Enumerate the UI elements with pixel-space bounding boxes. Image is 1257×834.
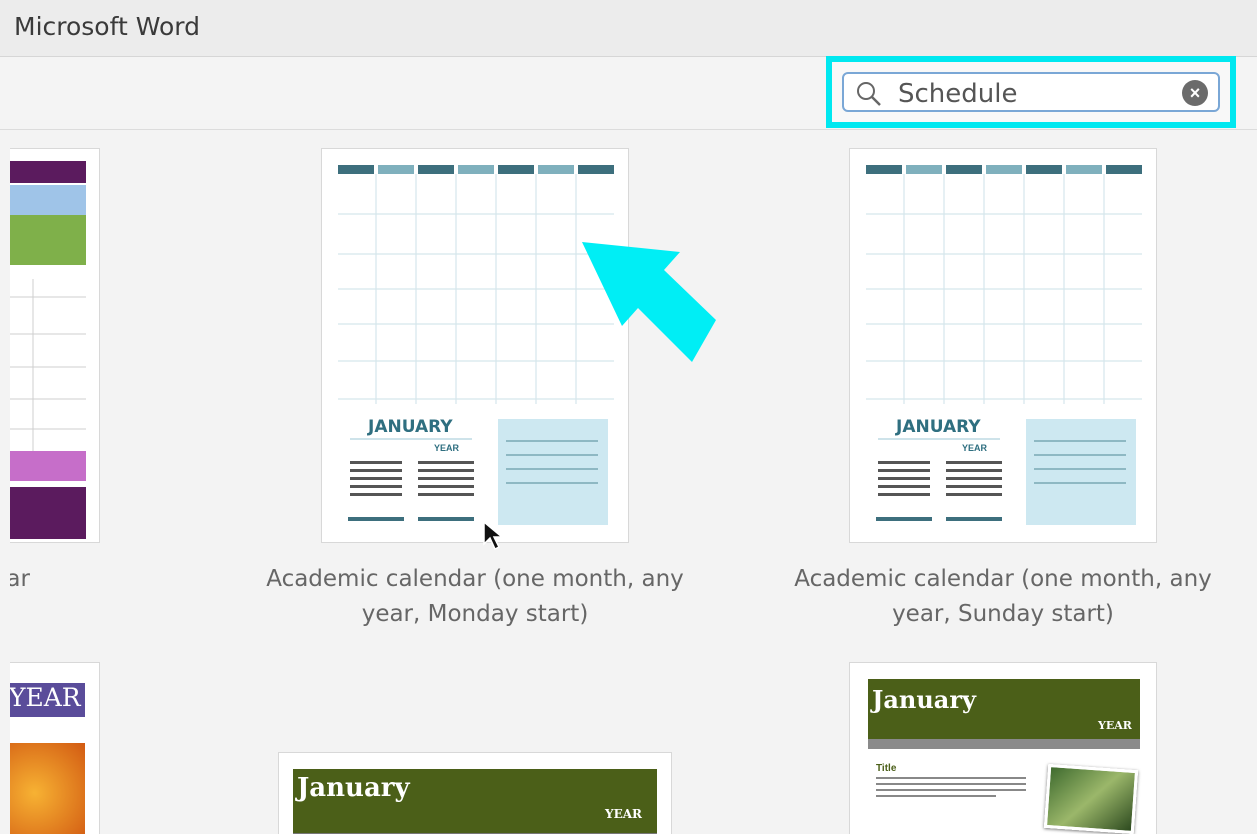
- calendar-year-label: YEAR: [962, 443, 988, 453]
- calendar-month-label: JANUARY: [895, 417, 981, 437]
- template-thumbnail-green-1[interactable]: January YEAR: [278, 752, 672, 834]
- green-month-label: January: [297, 773, 410, 803]
- search-icon: [856, 81, 882, 112]
- caption-line-2: year, Monday start): [361, 601, 589, 627]
- template-subtitle: Title: [876, 763, 897, 774]
- green-year-label: YEAR: [1098, 719, 1132, 732]
- clear-search-icon[interactable]: ×: [1182, 80, 1208, 106]
- search-input[interactable]: [898, 79, 1178, 109]
- search-highlight: ×: [826, 56, 1236, 128]
- title-bar: Microsoft Word: [0, 0, 1257, 57]
- template-thumbnail-green-2[interactable]: January YEAR Title: [849, 662, 1157, 834]
- annotation-arrow-icon: [582, 242, 716, 362]
- green-month-label: January: [872, 685, 976, 714]
- template-gallery: lar JANUARY YEAR: [10, 130, 1257, 834]
- template-thumbnail-sunday[interactable]: JANUARY YEAR: [849, 148, 1157, 543]
- year-badge: YEAR: [10, 683, 81, 712]
- template-caption-left: lar: [10, 562, 60, 597]
- bird-photo: [1043, 763, 1139, 834]
- mouse-cursor-icon: [483, 520, 505, 551]
- app-title: Microsoft Word: [14, 12, 200, 41]
- template-caption-sunday: Academic calendar (one month, any year, …: [768, 562, 1238, 632]
- template-caption-monday: Academic calendar (one month, any year, …: [240, 562, 710, 632]
- caption-text: lar: [10, 566, 30, 592]
- template-thumbnail-left[interactable]: [10, 148, 100, 543]
- search-box[interactable]: ×: [842, 72, 1220, 112]
- template-thumbnail-left-bottom[interactable]: YEAR: [10, 662, 100, 834]
- green-year-label: YEAR: [605, 807, 642, 821]
- calendar-month-label: JANUARY: [367, 417, 453, 437]
- caption-line-1: Academic calendar (one month, any: [794, 566, 1212, 592]
- caption-line-2: year, Sunday start): [892, 601, 1114, 627]
- calendar-year-label: YEAR: [434, 443, 460, 453]
- caption-line-1: Academic calendar (one month, any: [266, 566, 684, 592]
